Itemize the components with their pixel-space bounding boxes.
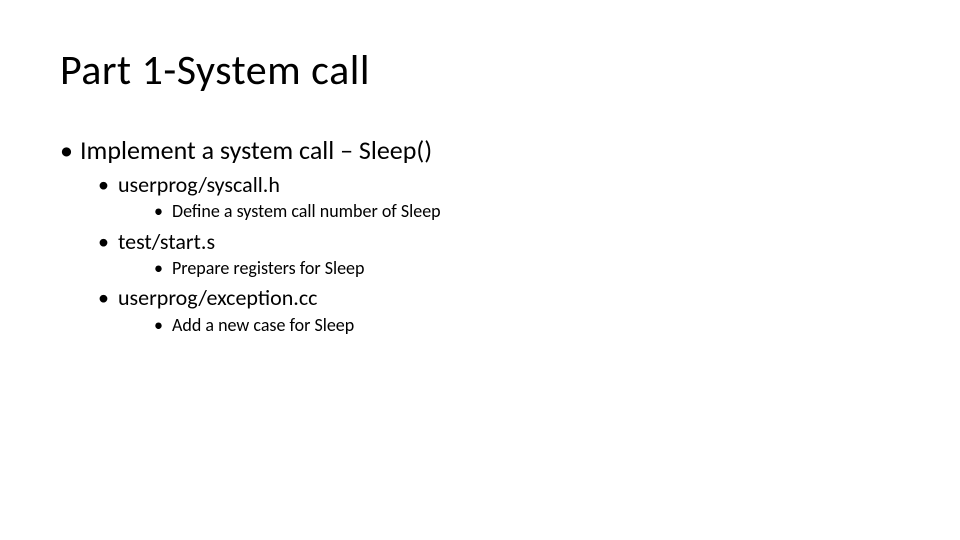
slide-title: Part 1-System call: [60, 48, 900, 94]
bullet-text: userprog/syscall.h: [118, 171, 280, 198]
bullet-lvl2: userprog/exception.cc Add a new case for…: [98, 284, 900, 337]
bullet-text: Implement a system call – Sleep(): [80, 134, 432, 166]
bullet-text: Prepare registers for Sleep: [172, 257, 364, 279]
bullet-list: Implement a system call – Sleep() userpr…: [60, 134, 900, 337]
bullet-text: userprog/exception.cc: [118, 284, 317, 311]
bullet-lvl3: Add a new case for Sleep: [154, 314, 900, 337]
bullet-sublist: Add a new case for Sleep: [118, 314, 900, 337]
bullet-lvl3: Define a system call number of Sleep: [154, 200, 900, 223]
slide: Part 1-System call Implement a system ca…: [0, 0, 960, 540]
bullet-sublist: Define a system call number of Sleep: [118, 200, 900, 223]
bullet-lvl1: Implement a system call – Sleep() userpr…: [60, 134, 900, 337]
bullet-sublist: Prepare registers for Sleep: [118, 257, 900, 280]
bullet-lvl3: Prepare registers for Sleep: [154, 257, 900, 280]
bullet-text: Add a new case for Sleep: [172, 314, 354, 336]
bullet-lvl2: userprog/syscall.h Define a system call …: [98, 171, 900, 224]
bullet-text: test/start.s: [118, 228, 215, 255]
bullet-text: Define a system call number of Sleep: [172, 200, 441, 222]
bullet-sublist: userprog/syscall.h Define a system call …: [80, 171, 900, 338]
bullet-lvl2: test/start.s Prepare registers for Sleep: [98, 228, 900, 281]
